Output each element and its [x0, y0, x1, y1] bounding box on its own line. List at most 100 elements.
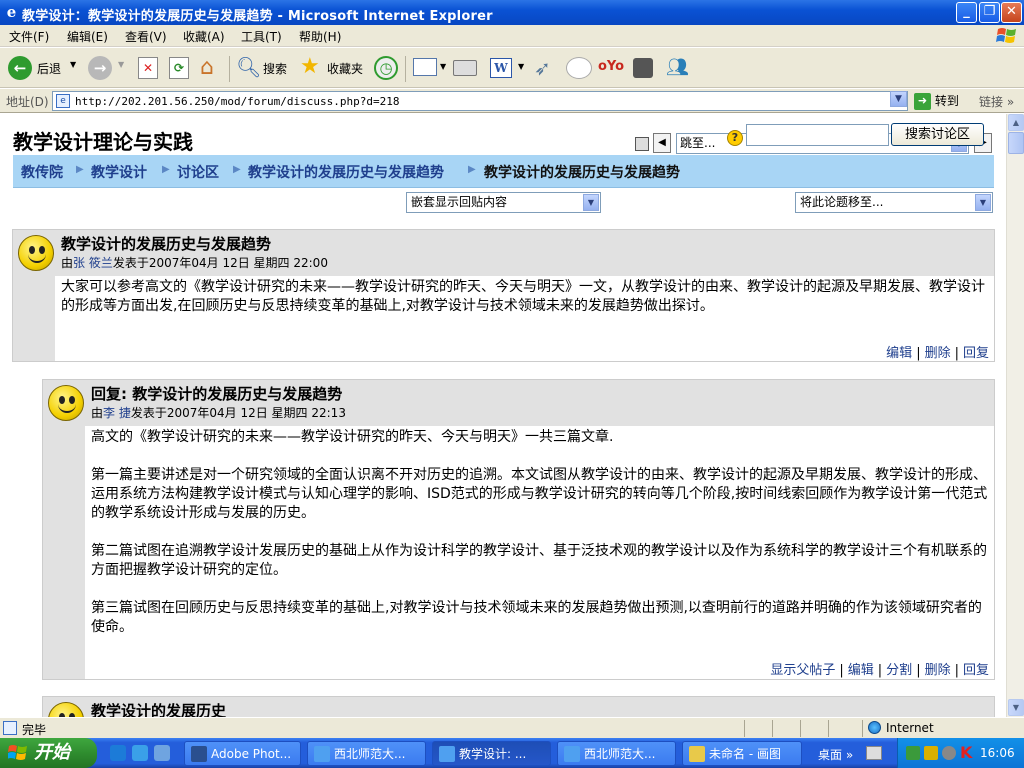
- mail-icon: [413, 58, 437, 76]
- menu-file[interactable]: 文件(F): [9, 28, 49, 45]
- help-icon[interactable]: ?: [727, 130, 743, 146]
- edit-dropdown-icon[interactable]: ▼: [518, 62, 524, 71]
- calculator-icon[interactable]: [635, 137, 649, 151]
- star-icon: ★: [300, 54, 320, 79]
- address-input[interactable]: e http://202.201.56.250/mod/forum/discus…: [52, 91, 908, 111]
- post-author[interactable]: 李 捷: [103, 406, 131, 420]
- history-button[interactable]: ◷: [374, 54, 400, 82]
- task-browser-active[interactable]: 教学设计: ...: [432, 741, 551, 766]
- task-label: 西北师范大...: [334, 747, 406, 761]
- people-button[interactable]: 👥︎: [664, 54, 690, 82]
- display-mode-dropdown-icon[interactable]: ▼: [583, 194, 599, 211]
- tool-button[interactable]: [631, 54, 657, 82]
- tray-icon[interactable]: [924, 746, 938, 760]
- back-dropdown-icon[interactable]: ▼: [70, 60, 76, 69]
- crumb-discussion[interactable]: 教学设计的发展历史与发展趋势: [248, 162, 444, 182]
- favorites-button[interactable]: ★ 收藏夹: [298, 54, 368, 82]
- task-browser-1[interactable]: 西北师范大...: [307, 741, 426, 766]
- avatar[interactable]: [18, 235, 54, 271]
- task-browser-2[interactable]: 西北师范大...: [557, 741, 676, 766]
- clock[interactable]: 16:06: [980, 746, 1015, 760]
- forward-dropdown-icon[interactable]: ▼: [118, 60, 124, 69]
- crumb-site[interactable]: 教传院: [21, 162, 63, 182]
- links-button[interactable]: 链接 »: [979, 93, 1014, 110]
- breadcrumb: 教传院 ▶ 教学设计 ▶ 讨论区 ▶ 教学设计的发展历史与发展趋势 ▶ 教学设计…: [13, 155, 994, 188]
- post-subject: 回复: 教学设计的发展历史与发展趋势: [91, 385, 343, 403]
- menu-help[interactable]: 帮助(H): [299, 28, 341, 45]
- menu-edit[interactable]: 编辑(E): [67, 28, 108, 45]
- forum-search-input[interactable]: [746, 124, 889, 146]
- windows-flag-icon: [8, 745, 27, 760]
- task-paint[interactable]: 未命名 - 画图: [682, 741, 802, 766]
- ie-quicklaunch-icon[interactable]: [132, 745, 148, 761]
- move-dropdown-icon[interactable]: ▼: [975, 194, 991, 211]
- jump-to-value: 跳至...: [680, 136, 716, 150]
- post-meta: 由李 捷发表于2007年04月 12日 星期四 22:13: [91, 404, 346, 421]
- minimize-button[interactable]: _: [956, 2, 977, 23]
- delete-link[interactable]: 删除: [925, 663, 951, 678]
- menu-tools[interactable]: 工具(T): [241, 28, 282, 45]
- search-label: 搜索: [263, 62, 288, 76]
- forward-button[interactable]: → ▼: [88, 54, 128, 82]
- stop-button[interactable]: ✕: [138, 54, 160, 82]
- go-button[interactable]: ➜ 转到: [914, 92, 959, 110]
- menu-favorites[interactable]: 收藏(A): [183, 28, 225, 45]
- print-button[interactable]: [453, 54, 479, 82]
- task-label: 教学设计: ...: [459, 747, 527, 761]
- address-url[interactable]: http://202.201.56.250/mod/forum/discuss.…: [75, 95, 400, 108]
- menu-view[interactable]: 查看(V): [125, 28, 167, 45]
- home-button[interactable]: ⌂: [200, 54, 224, 82]
- magnifier-icon: 🔍︎: [236, 55, 262, 79]
- avatar[interactable]: [48, 385, 84, 421]
- edit-link[interactable]: 编辑: [886, 346, 912, 361]
- scroll-up-icon[interactable]: ▲: [1008, 114, 1024, 131]
- edit-link[interactable]: 编辑: [848, 663, 874, 678]
- oyo-button[interactable]: oYo: [598, 54, 626, 82]
- search-button[interactable]: 🔍︎ 搜索: [236, 54, 292, 82]
- search-forum-button[interactable]: 搜索讨论区: [891, 123, 984, 146]
- mail-dropdown-icon[interactable]: ▼: [440, 62, 446, 71]
- address-label: 地址(D): [6, 95, 49, 109]
- task-photoshop[interactable]: Adobe Phot...: [184, 741, 301, 766]
- favorites-label: 收藏夹: [327, 62, 364, 76]
- keyboard-icon[interactable]: [866, 746, 882, 760]
- crumb-separator-icon: ▶: [162, 164, 170, 175]
- scroll-down-icon[interactable]: ▼: [1008, 699, 1024, 716]
- display-mode-select[interactable]: 嵌套显示回贴内容 ▼: [406, 192, 601, 213]
- crumb-forum[interactable]: 讨论区: [177, 162, 219, 182]
- crumb-separator-icon: ▶: [468, 164, 476, 175]
- crumb-course[interactable]: 教学设计: [91, 162, 147, 182]
- post-author[interactable]: 张 筱兰: [73, 256, 113, 270]
- desktop-toolbar[interactable]: 桌面 »: [818, 746, 853, 763]
- antivirus-icon[interactable]: K: [960, 743, 972, 762]
- split-link[interactable]: 分割: [886, 663, 912, 678]
- scroll-thumb[interactable]: [1008, 132, 1024, 154]
- status-panel: [800, 720, 826, 737]
- window-titlebar[interactable]: e 教学设计：教学设计的发展历史与发展趋势 - Microsoft Intern…: [0, 0, 1024, 25]
- show-parent-link[interactable]: 显示父帖子: [770, 663, 835, 678]
- post-paragraph: 第二篇试图在追溯教学设计发展历史的基础上从作为设计科学的教学设计、基于泛技术观的…: [91, 543, 987, 578]
- media-player-icon[interactable]: [110, 745, 126, 761]
- prev-activity-button[interactable]: ◀: [653, 133, 671, 153]
- reply-link[interactable]: 回复: [963, 663, 989, 678]
- restore-button[interactable]: ❐: [979, 2, 1000, 23]
- close-button[interactable]: ✕: [1001, 2, 1022, 23]
- vertical-scrollbar[interactable]: ▲ ▼: [1006, 114, 1024, 717]
- post-body: 高文的《教学设计研究的未来——教学设计研究的昨天、今天与明天》一共三篇文章. 第…: [91, 428, 989, 656]
- refresh-button[interactable]: ⟳: [169, 54, 191, 82]
- tray-icon[interactable]: [942, 746, 956, 760]
- forward-arrow-icon: →: [88, 56, 112, 80]
- show-desktop-icon[interactable]: [154, 745, 170, 761]
- address-dropdown-icon[interactable]: ▼: [890, 91, 907, 107]
- edit-word-button[interactable]: W ▼: [490, 54, 526, 82]
- tray-icon[interactable]: [906, 746, 920, 760]
- mail-button[interactable]: ▼: [413, 54, 447, 82]
- delete-link[interactable]: 删除: [925, 346, 951, 361]
- move-discussion-select[interactable]: 将此论题移至... ▼: [795, 192, 993, 213]
- hello-kitty-button[interactable]: [566, 54, 594, 82]
- messenger-button[interactable]: ➶: [534, 54, 560, 82]
- post-by: 由: [91, 406, 104, 420]
- paint-icon: [689, 746, 705, 762]
- reply-link[interactable]: 回复: [963, 346, 989, 361]
- back-button[interactable]: ← 后退 ▼: [8, 54, 80, 82]
